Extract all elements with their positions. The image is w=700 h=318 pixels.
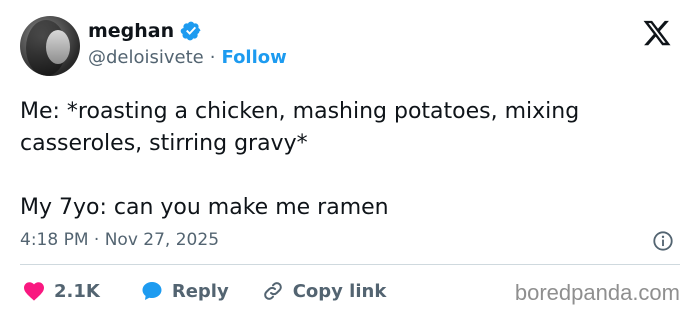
tweet-timestamp[interactable]: 4:18 PM · Nov 27, 2025 [20, 230, 219, 250]
watermark: boredpanda.com [514, 280, 680, 305]
handle-row: @deloisivete · Follow [88, 47, 287, 68]
user-handle[interactable]: @deloisivete [88, 47, 204, 68]
avatar-face [46, 30, 70, 64]
avatar[interactable] [20, 16, 80, 76]
x-logo-icon[interactable] [642, 18, 672, 48]
action-bar: 2.1K Reply Copy link [22, 279, 386, 303]
link-icon [263, 282, 282, 300]
user-name[interactable]: meghan [88, 20, 174, 42]
timestamp-separator: · [93, 230, 100, 250]
heart-icon [24, 282, 44, 301]
copy-link-label: Copy link [292, 280, 387, 302]
verified-badge-icon [180, 21, 201, 41]
info-icon[interactable] [652, 230, 674, 252]
tweet-date: Nov 27, 2025 [104, 230, 220, 250]
like-button[interactable]: 2.1K [22, 279, 100, 303]
tweet-time: 4:18 PM [20, 230, 89, 250]
tweet-text: Me: *roasting a chicken, mashing potatoe… [20, 99, 580, 220]
speech-bubble-icon [142, 282, 162, 300]
divider [20, 264, 680, 265]
copy-link-button[interactable]: Copy link [261, 279, 387, 303]
reply-button[interactable]: Reply [140, 279, 229, 303]
user-name-row: meghan [88, 20, 202, 42]
reply-label: Reply [171, 280, 229, 302]
like-count: 2.1K [54, 280, 100, 302]
follow-button[interactable]: Follow [222, 47, 287, 68]
separator-dot: · [209, 47, 216, 68]
